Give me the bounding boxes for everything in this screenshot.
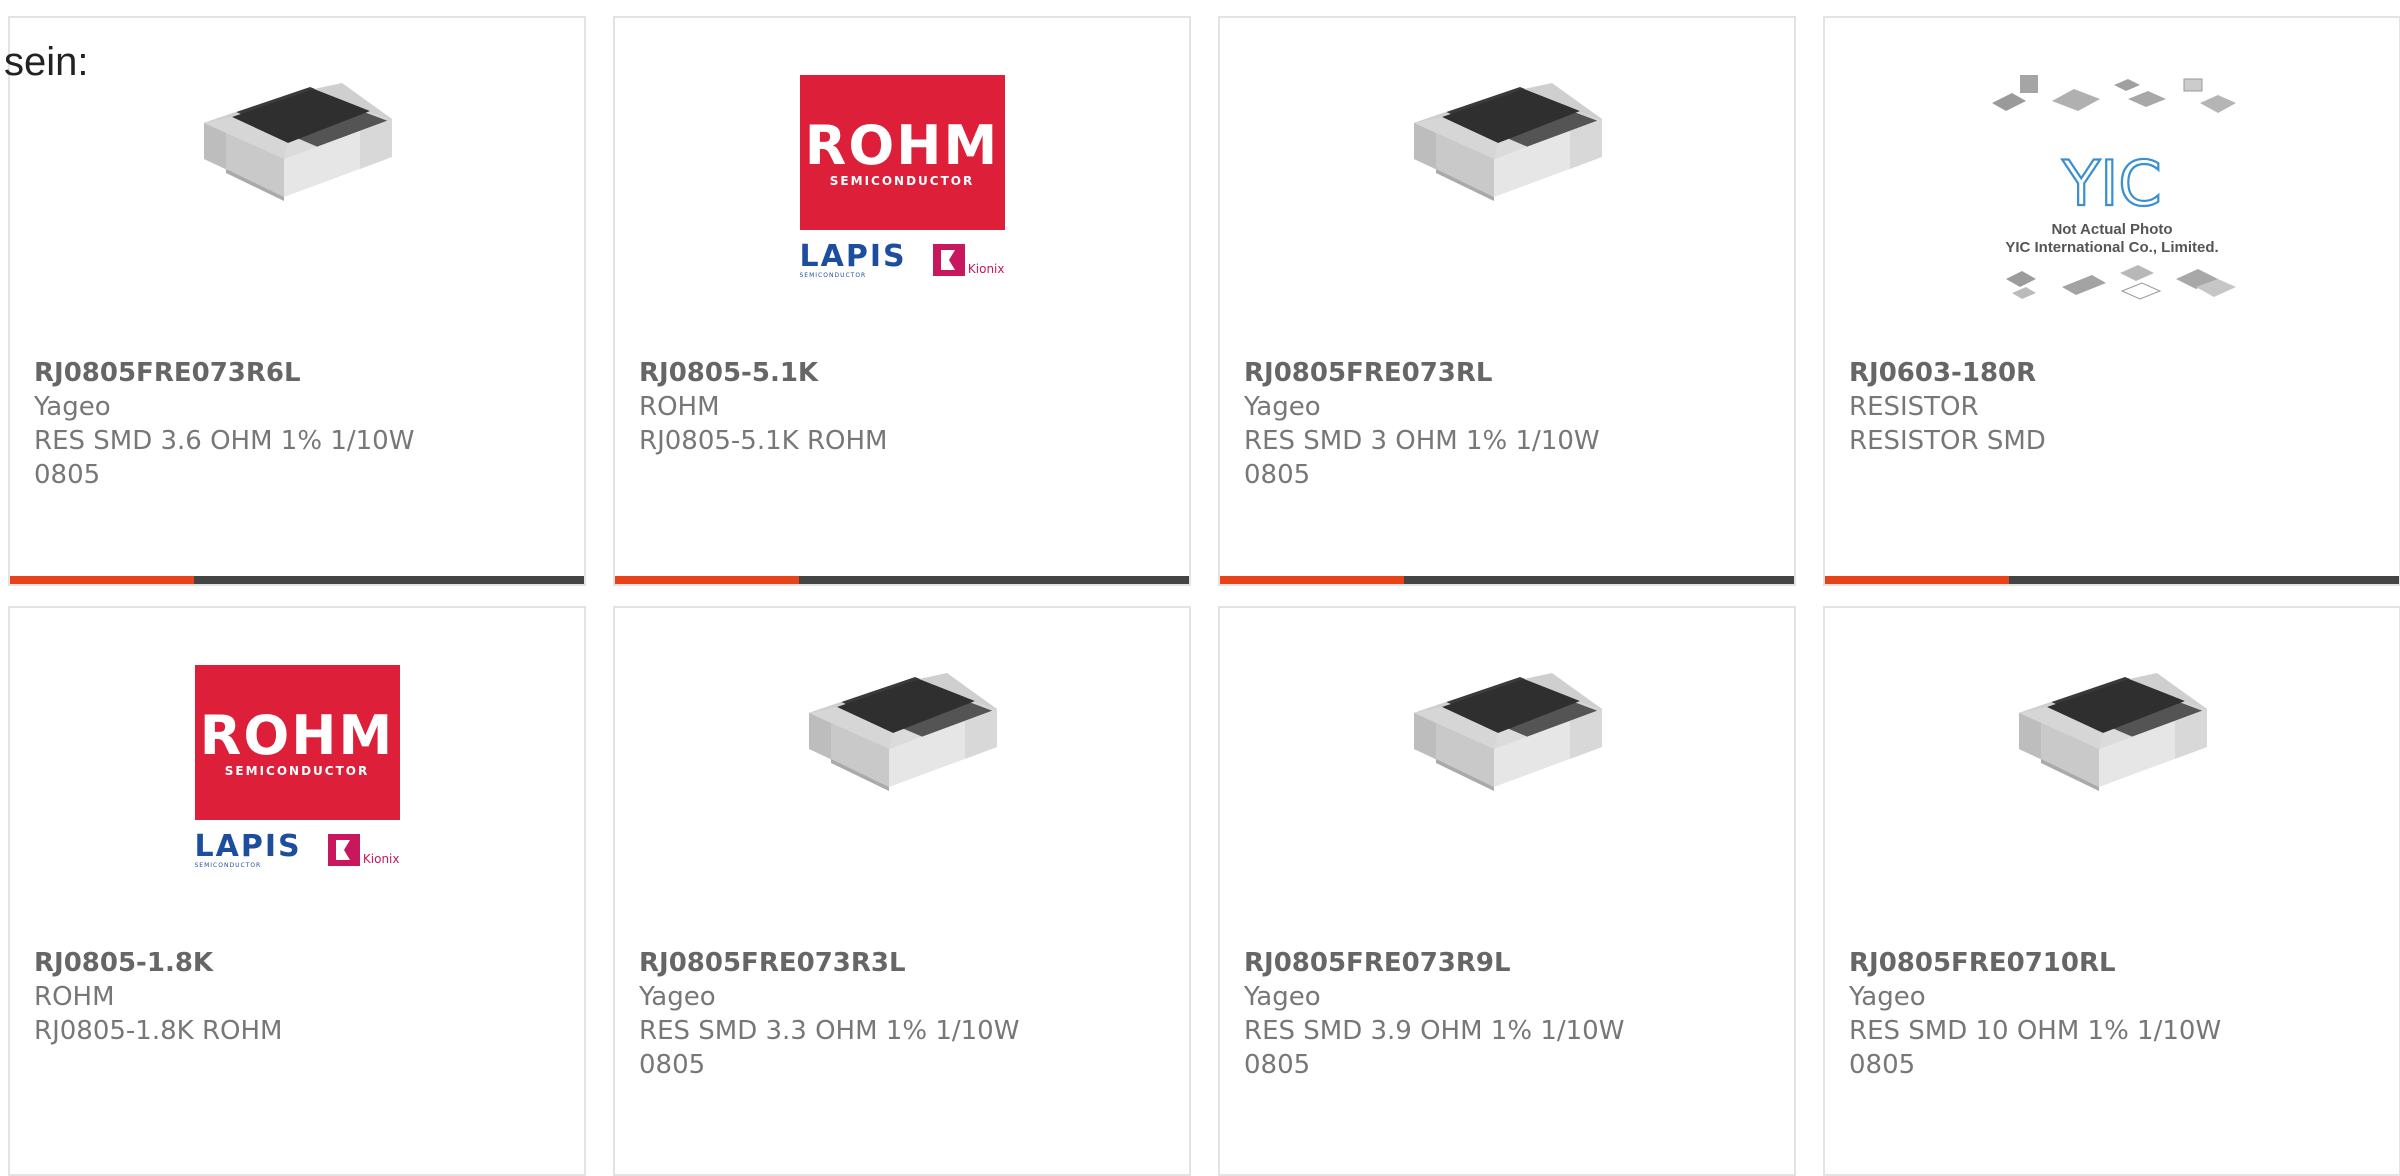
product-manufacturer: RESISTOR — [1849, 392, 1979, 422]
product-grid: RJ0805FRE073R6L Yageo RES SMD 3.6 OHM 1%… — [8, 16, 2400, 1176]
rohm-logo: ROHM SEMICONDUCTOR LAPIS SEMICONDUCTOR K… — [799, 75, 1005, 282]
lapis-logo: LAPIS SEMICONDUCTOR — [194, 828, 302, 869]
product-part-number[interactable]: RJ0805FRE073R3L — [639, 946, 1165, 980]
kionix-logo: Kionix — [932, 244, 1005, 276]
product-description: RES SMD 3.3 OHM 1% 1/10W 0805 — [639, 1016, 1020, 1080]
yic-caption-line-2: YIC International Co., Limited. — [2005, 239, 2219, 256]
product-image[interactable]: ROHM SEMICONDUCTOR LAPIS SEMICONDUCTOR K… — [10, 663, 584, 893]
product-part-number[interactable]: RJ0805FRE073R6L — [34, 356, 560, 390]
lapis-logo-name: LAPIS — [194, 828, 302, 864]
product-image[interactable] — [1825, 663, 2399, 893]
product-part-number[interactable]: RJ0805FRE073RL — [1244, 356, 1770, 390]
product-part-number[interactable]: RJ0805FRE073R9L — [1244, 946, 1770, 980]
product-description: RESISTOR SMD — [1849, 426, 2046, 456]
product-image[interactable] — [1220, 73, 1794, 303]
product-image[interactable]: YIC Not Actual Photo YIC International C… — [1825, 73, 2399, 303]
card-bar — [10, 576, 584, 584]
product-description: RJ0805-5.1K ROHM — [639, 426, 888, 456]
product-card[interactable]: RJ0805FRE073R6L Yageo RES SMD 3.6 OHM 1%… — [8, 16, 586, 586]
product-manufacturer: Yageo — [1244, 982, 1321, 1012]
smd-resistor-image — [1414, 83, 1602, 201]
kionix-logo-name: Kionix — [362, 852, 400, 866]
smd-resistor-image — [204, 83, 392, 201]
product-manufacturer: Yageo — [1244, 392, 1321, 422]
product-part-number[interactable]: RJ0805FRE0710RL — [1849, 946, 2375, 980]
product-image[interactable] — [1220, 663, 1794, 893]
product-card[interactable]: ROHM SEMICONDUCTOR LAPIS SEMICONDUCTOR K… — [613, 16, 1191, 586]
kionix-icon — [932, 244, 965, 276]
card-bar — [1220, 576, 1794, 584]
rohm-logo-sub: SEMICONDUCTOR — [224, 763, 370, 778]
product-manufacturer: Yageo — [1849, 982, 1926, 1012]
lapis-logo: LAPIS SEMICONDUCTOR — [799, 238, 907, 279]
product-description: RES SMD 3 OHM 1% 1/10W 0805 — [1244, 426, 1600, 490]
product-card[interactable]: RJ0805FRE0710RL Yageo RES SMD 10 OHM 1% … — [1823, 606, 2400, 1176]
rohm-logo-name: ROHM — [804, 113, 1000, 177]
product-part-number[interactable]: RJ0805-1.8K — [34, 946, 560, 980]
product-image[interactable]: ROHM SEMICONDUCTOR LAPIS SEMICONDUCTOR K… — [615, 73, 1189, 303]
product-description: RJ0805-1.8K ROHM — [34, 1016, 283, 1046]
lapis-logo-name: LAPIS — [799, 238, 907, 274]
smd-resistor-image — [1414, 673, 1602, 791]
rohm-logo-block: ROHM SEMICONDUCTOR — [799, 75, 1005, 230]
lapis-logo-sub: SEMICONDUCTOR — [194, 861, 262, 869]
product-manufacturer: Yageo — [639, 982, 716, 1012]
card-bar-accent — [10, 576, 194, 584]
product-description: RES SMD 10 OHM 1% 1/10W 0805 — [1849, 1016, 2222, 1080]
rohm-logo-name: ROHM — [199, 703, 395, 767]
product-part-number[interactable]: RJ0805-5.1K — [639, 356, 1165, 390]
product-manufacturer: Yageo — [34, 392, 111, 422]
chip-packages-icon — [1992, 75, 2236, 113]
smd-resistor-image — [809, 673, 997, 791]
product-manufacturer: ROHM — [34, 982, 115, 1012]
product-image[interactable] — [615, 663, 1189, 893]
yic-caption-line-1: Not Actual Photo — [2051, 221, 2173, 238]
product-description: RES SMD 3.9 OHM 1% 1/10W 0805 — [1244, 1016, 1625, 1080]
yic-placeholder-image: YIC Not Actual Photo YIC International C… — [1982, 73, 2242, 311]
product-card[interactable]: YIC Not Actual Photo YIC International C… — [1823, 16, 2400, 586]
yic-logo: YIC — [2060, 146, 2163, 221]
rohm-logo-sub: SEMICONDUCTOR — [829, 173, 975, 188]
card-bar — [1825, 576, 2399, 584]
card-bar-accent — [1825, 576, 2009, 584]
yic-logo-mark: YIC — [2061, 147, 2161, 217]
card-bar-accent — [1220, 576, 1404, 584]
kionix-logo-name: Kionix — [967, 262, 1005, 276]
smd-resistor-image — [2019, 673, 2207, 791]
kionix-icon — [327, 834, 360, 866]
product-card[interactable]: RJ0805FRE073R3L Yageo RES SMD 3.3 OHM 1%… — [613, 606, 1191, 1176]
chip-packages-icon — [2006, 265, 2236, 300]
product-description: RES SMD 3.6 OHM 1% 1/10W 0805 — [34, 426, 415, 490]
product-image[interactable] — [10, 73, 584, 303]
product-manufacturer: ROHM — [639, 392, 720, 422]
product-part-number[interactable]: RJ0603-180R — [1849, 356, 2375, 390]
product-card[interactable]: RJ0805FRE073RL Yageo RES SMD 3 OHM 1% 1/… — [1218, 16, 1796, 586]
product-card[interactable]: RJ0805FRE073R9L Yageo RES SMD 3.9 OHM 1%… — [1218, 606, 1796, 1176]
rohm-logo-block: ROHM SEMICONDUCTOR — [194, 665, 400, 820]
lapis-logo-sub: SEMICONDUCTOR — [799, 271, 867, 279]
kionix-logo: Kionix — [327, 834, 400, 866]
rohm-logo: ROHM SEMICONDUCTOR LAPIS SEMICONDUCTOR K… — [194, 665, 400, 872]
product-card[interactable]: ROHM SEMICONDUCTOR LAPIS SEMICONDUCTOR K… — [8, 606, 586, 1176]
page-label: sein: — [4, 40, 89, 84]
card-bar — [615, 576, 1189, 584]
card-bar-accent — [615, 576, 799, 584]
